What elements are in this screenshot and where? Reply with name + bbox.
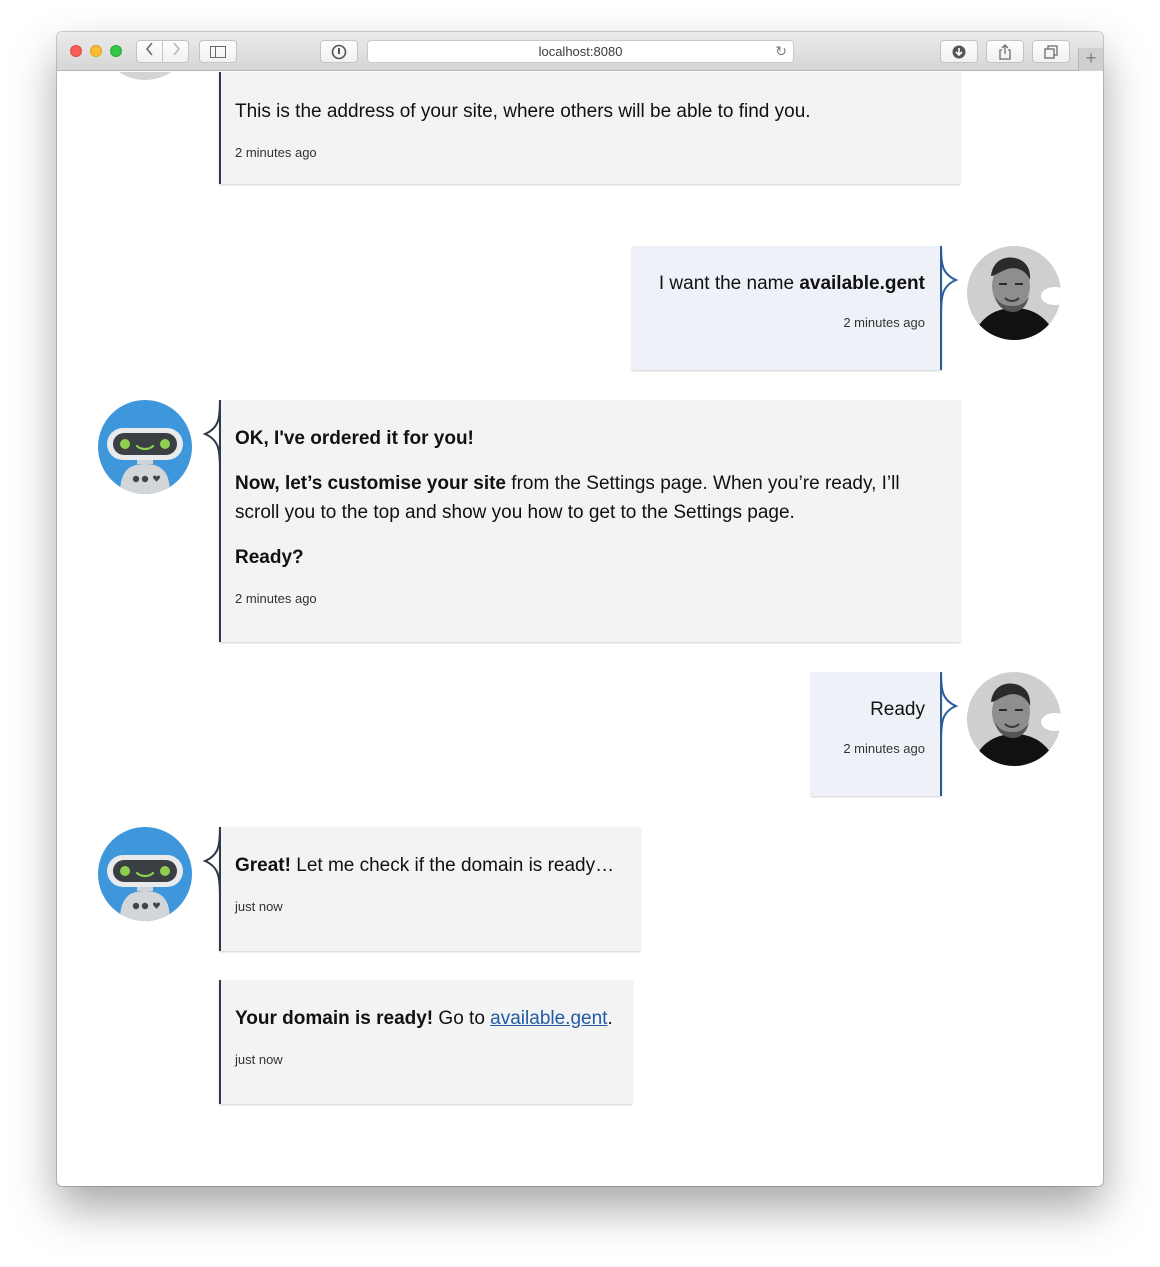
message-time: 2 minutes ago	[235, 145, 317, 160]
user-avatar	[967, 246, 1061, 340]
share-button[interactable]	[986, 40, 1024, 63]
message-text: I want the name available.gent	[658, 273, 925, 294]
sidebar-icon	[210, 45, 226, 58]
minimize-window-button[interactable]	[90, 45, 102, 57]
bot-bubble-tail	[202, 827, 221, 951]
user-message: Ready 2 minutes ago	[811, 672, 942, 796]
bot-message: Great! Let me check if the domain is rea…	[219, 827, 640, 951]
chat-area: This is the address of your site, where …	[57, 72, 1103, 1186]
message-question: Ready?	[235, 547, 304, 568]
zoom-window-button[interactable]	[110, 45, 122, 57]
navigation-buttons	[136, 40, 189, 63]
tabs-overview-icon	[1044, 44, 1058, 59]
bot-message: OK, I've ordered it for you! Now, let’s …	[219, 400, 960, 642]
robot-icon	[107, 428, 183, 494]
bot-avatar	[98, 72, 192, 80]
chevron-left-icon	[145, 42, 153, 56]
message-text: Ready	[870, 699, 925, 720]
address-bar[interactable]: localhost:8080 ↻	[367, 40, 794, 63]
user-message: I want the name available.gent 2 minutes…	[632, 246, 942, 370]
message-text: Your domain is ready! Go to available.ge…	[235, 1008, 613, 1029]
browser-toolbar: localhost:8080 ↻ +	[57, 32, 1103, 71]
bot-avatar	[98, 400, 192, 494]
bot-message: Your domain is ready! Go to available.ge…	[219, 980, 632, 1104]
download-icon	[952, 45, 966, 58]
browser-window: localhost:8080 ↻ + This is the address o…	[57, 32, 1103, 1186]
message-time: just now	[235, 899, 283, 914]
message-time: 2 minutes ago	[235, 591, 317, 606]
user-avatar	[967, 672, 1061, 766]
bot-message: This is the address of your site, where …	[219, 72, 960, 184]
message-text: This is the address of your site, where …	[235, 101, 811, 122]
forward-button[interactable]	[163, 41, 188, 62]
user-bubble-tail	[940, 246, 959, 370]
message-text: Great! Let me check if the domain is rea…	[235, 855, 615, 876]
message-time: 2 minutes ago	[843, 741, 925, 756]
chevron-right-icon	[172, 42, 180, 56]
message-time: just now	[235, 1052, 283, 1067]
downloads-button[interactable]	[940, 40, 978, 63]
message-text: Now, let’s customise your site from the …	[235, 473, 900, 523]
new-tab-button[interactable]: +	[1078, 48, 1103, 71]
domain-link[interactable]: available.gent	[490, 1008, 607, 1029]
url-text: localhost:8080	[538, 44, 623, 59]
message-heading: OK, I've ordered it for you!	[235, 428, 474, 449]
message-time: 2 minutes ago	[843, 315, 925, 330]
reload-icon[interactable]: ↻	[775, 41, 787, 62]
show-tabs-button[interactable]	[1032, 40, 1070, 63]
info-circle-icon	[331, 44, 347, 59]
privacy-report-button[interactable]	[320, 40, 358, 63]
share-icon	[999, 43, 1011, 60]
sidebar-button[interactable]	[199, 40, 237, 63]
back-button[interactable]	[137, 41, 163, 62]
bot-avatar	[98, 827, 192, 921]
robot-icon	[107, 855, 183, 921]
close-window-button[interactable]	[70, 45, 82, 57]
bot-bubble-tail	[202, 400, 221, 642]
user-bubble-tail	[940, 672, 959, 796]
